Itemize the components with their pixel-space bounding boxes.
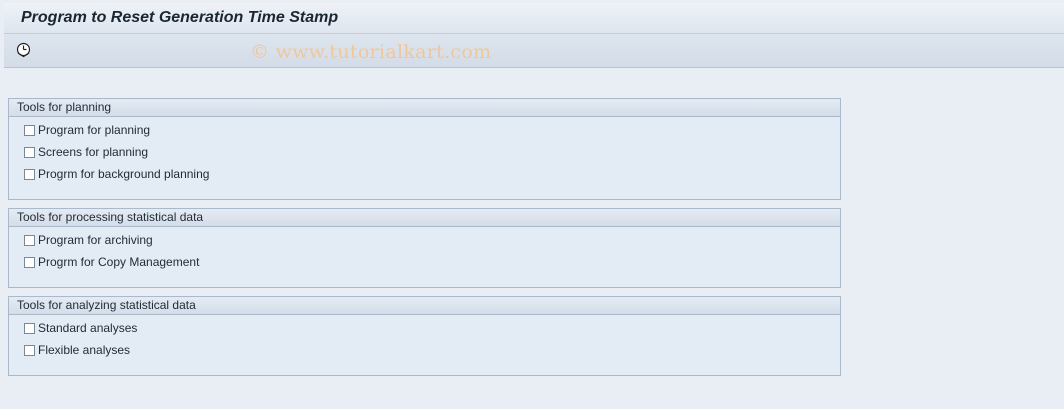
checkbox-program-for-archiving[interactable]: Program for archiving bbox=[24, 233, 153, 247]
checkbox-label: Screens for planning bbox=[38, 145, 149, 159]
checkbox-label: Standard analyses bbox=[38, 321, 138, 335]
checkbox-program-for-planning[interactable]: Program for planning bbox=[24, 123, 150, 137]
checkbox[interactable] bbox=[24, 146, 35, 158]
page-title: Program to Reset Generation Time Stamp bbox=[21, 9, 339, 26]
group-tools-for-analyzing: Tools for analyzing statistical data Sta… bbox=[8, 296, 841, 376]
checkbox[interactable] bbox=[24, 234, 35, 246]
checkbox-screens-for-planning[interactable]: Screens for planning bbox=[24, 145, 148, 159]
group-tools-for-processing: Tools for processing statistical data Pr… bbox=[8, 208, 841, 288]
checkbox-label: Progrm for Copy Management bbox=[38, 255, 200, 269]
checkbox-label: Program for archiving bbox=[38, 233, 153, 247]
checkbox-standard-analyses[interactable]: Standard analyses bbox=[24, 321, 137, 335]
checkbox[interactable] bbox=[24, 256, 35, 268]
checkbox-flexible-analyses[interactable]: Flexible analyses bbox=[24, 343, 130, 357]
checkbox[interactable] bbox=[24, 168, 35, 180]
checkbox-background-planning[interactable]: Progrm for background planning bbox=[24, 167, 209, 181]
checkbox-label: Progrm for background planning bbox=[38, 167, 210, 181]
group-header: Tools for analyzing statistical data bbox=[9, 297, 840, 315]
application-toolbar: © www.tutorialkart.com bbox=[4, 34, 1064, 68]
checkbox[interactable] bbox=[24, 322, 35, 334]
group-header: Tools for planning bbox=[9, 99, 840, 117]
group-tools-for-planning: Tools for planning Program for planning … bbox=[8, 98, 841, 200]
checkbox-label: Program for planning bbox=[38, 123, 151, 137]
title-bar: Program to Reset Generation Time Stamp bbox=[4, 3, 1064, 34]
checkbox[interactable] bbox=[24, 124, 35, 136]
execute-clock-icon[interactable] bbox=[15, 41, 32, 58]
checkbox[interactable] bbox=[24, 344, 35, 356]
checkbox-copy-management[interactable]: Progrm for Copy Management bbox=[24, 255, 199, 269]
group-header: Tools for processing statistical data bbox=[9, 209, 840, 227]
checkbox-label: Flexible analyses bbox=[38, 343, 131, 357]
watermark-text: © www.tutorialkart.com bbox=[250, 41, 492, 63]
